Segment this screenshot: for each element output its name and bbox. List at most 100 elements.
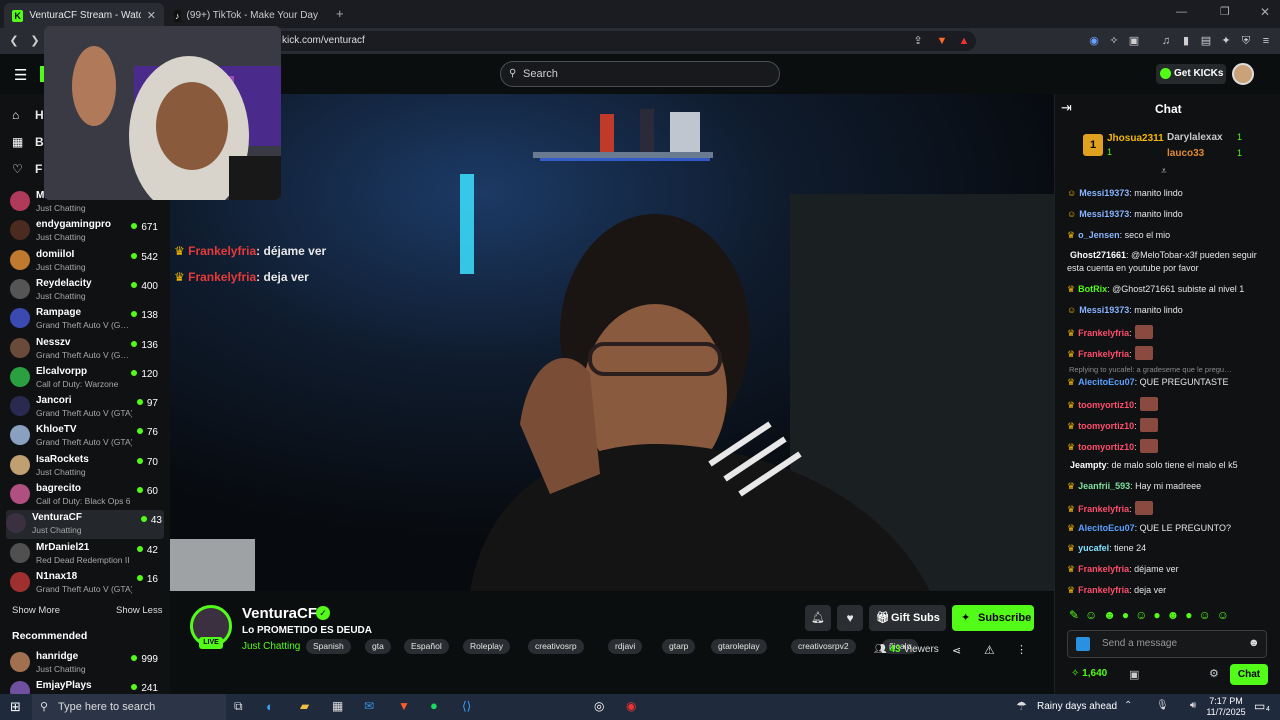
rewards-icon[interactable]: ▲ (956, 33, 972, 49)
get-kicks-button[interactable]: Get KICKs (1156, 64, 1226, 84)
user-avatar[interactable] (1232, 63, 1254, 85)
subscribe-button[interactable]: ✦ Subscribe (952, 605, 1034, 631)
chat-username[interactable]: toomyortiz10 (1078, 400, 1134, 410)
close-tab-icon[interactable]: ✕ (147, 9, 156, 22)
chat-username[interactable]: Jeampty (1070, 460, 1107, 470)
recommended-channel[interactable]: hanridge Just Chatting 999 (10, 649, 160, 678)
chat-username[interactable]: Frankelyfria (1078, 504, 1129, 514)
stream-tag[interactable]: gta (365, 639, 391, 654)
clock-date[interactable]: 11/7/2025 (1204, 707, 1248, 717)
search-input[interactable]: ⚲ Search (500, 61, 780, 87)
chat-username[interactable]: toomyortiz10 (1078, 442, 1134, 452)
extensions-icon[interactable]: ✧ (1106, 33, 1122, 49)
chat-username[interactable]: yucafel (1078, 543, 1109, 553)
browser-tab-active[interactable]: K VenturaCF Stream - Watch Live o ✕ (4, 3, 164, 28)
windows-start-icon[interactable]: ⊞ (10, 699, 21, 715)
chat-username[interactable]: AlecitoEcu07 (1078, 377, 1135, 387)
chat-username[interactable]: Frankelyfria (1078, 564, 1129, 574)
tray-chevron-icon[interactable]: ⌃ (1124, 700, 1132, 711)
webcam-image (44, 26, 281, 200)
sidebar-toggle-icon[interactable]: ▮ (1178, 33, 1194, 49)
chat-username[interactable]: Jeanfrii_593 (1078, 481, 1130, 491)
share-stream-icon[interactable]: ⋖ (952, 644, 961, 657)
chat-username[interactable]: Messi19373 (1079, 305, 1129, 315)
chat-username[interactable]: Ghost271661 (1070, 250, 1126, 260)
chat-username[interactable]: Messi19373 (1079, 209, 1129, 219)
back-icon[interactable]: ❮ (6, 33, 22, 49)
notification-bell-button[interactable]: 🔔︎ (805, 605, 831, 631)
stream-tag[interactable]: creativosrp (528, 639, 584, 654)
menu-icon[interactable]: ≡ (1258, 33, 1274, 49)
microphone-icon[interactable]: 🎙︎ (1156, 700, 1169, 711)
browser-tab[interactable]: ♪ (99+) TikTok - Make Your Day (166, 3, 326, 28)
leo-ai-icon[interactable]: ✦ (1218, 33, 1234, 49)
store-app-icon[interactable]: ▦ (332, 699, 343, 713)
gift-subs-button[interactable]: 🎁︎ Gift Subs (869, 605, 946, 631)
emoji-picker-icon[interactable]: ☻ (1248, 637, 1260, 649)
weather-text[interactable]: Rainy days ahead (1037, 701, 1117, 712)
chat-badge-icon: ♛ (1067, 585, 1076, 595)
wallet-icon[interactable]: ▤ (1198, 33, 1214, 49)
chat-message: Jeampty: de malo solo tiene el malo el k… (1067, 459, 1275, 472)
gift-subs-label: Gift Subs (891, 612, 940, 624)
chat-username[interactable]: Frankelyfria (1078, 585, 1129, 595)
chat-message: ♛ AlecitoEcu07: QUE LE PREGUNTO? (1067, 522, 1275, 535)
points-value: 1,640 (1082, 668, 1108, 679)
chat-username[interactable]: AlecitoEcu07 (1078, 523, 1135, 533)
taskbar-search-input[interactable]: ⚲ Type here to search (32, 694, 226, 720)
spotify-icon[interactable]: ● (430, 698, 438, 713)
tab-title: (99+) TikTok - Make Your Day (186, 10, 318, 21)
stream-tag[interactable]: Roleplay (463, 639, 511, 654)
follow-button[interactable]: ♥ (837, 605, 863, 631)
chat-settings-icon[interactable]: ⚙ (1209, 667, 1219, 680)
report-icon[interactable]: ⚠ (984, 643, 995, 657)
volume-icon[interactable]: 🔊︎ (1190, 700, 1196, 711)
edge-icon[interactable]: ◐ (266, 699, 274, 714)
search-icon: ⚲ (40, 701, 49, 713)
chat-text: : @Ghost271661 subiste al nivel 1 (1107, 284, 1245, 294)
stream-tag[interactable]: gtaroleplay (711, 639, 767, 654)
vscode-icon[interactable]: ⟨⟩ (462, 699, 471, 713)
chat-username[interactable]: toomyortiz10 (1078, 421, 1134, 431)
chat-input[interactable]: Send a message ☻ (1067, 630, 1267, 658)
chat-username[interactable]: Frankelyfria (1078, 328, 1129, 338)
brave-shield-icon[interactable]: ▼ (934, 33, 950, 49)
media-icon[interactable]: ♫ (1158, 33, 1174, 49)
brave-icon[interactable]: ▼ (398, 699, 410, 713)
stream-tag[interactable]: gtarp (662, 639, 696, 654)
channel-points[interactable]: ✧ 1,640 (1071, 668, 1107, 679)
chat-username[interactable]: BotRix (1078, 284, 1107, 294)
chat-username[interactable]: Frankelyfria (1078, 349, 1129, 359)
stream-tag[interactable]: Spanish (306, 639, 351, 654)
hamburger-menu-icon[interactable]: ☰ (14, 66, 27, 84)
new-tab-icon[interactable]: + (336, 6, 344, 21)
notifications-icon[interactable]: ▭ (1254, 699, 1265, 713)
minimize-icon[interactable]: — (1176, 6, 1187, 18)
stream-tag[interactable]: creativosrpv2 (791, 639, 856, 654)
emote-bar[interactable]: ✎☺☻●☺●☻●☺☺ (1069, 608, 1275, 626)
chat-username[interactable]: Messi19373 (1079, 188, 1129, 198)
task-view-icon[interactable]: ⧉ (234, 699, 243, 714)
maximize-icon[interactable]: ❐ (1220, 5, 1230, 18)
outlook-icon[interactable]: ✉ (364, 699, 374, 713)
clock-time[interactable]: 7:17 PM (1206, 696, 1246, 706)
chat-username[interactable]: o_Jensen (1078, 230, 1120, 240)
vpn-icon[interactable]: ⛨ (1238, 33, 1254, 49)
obs-icon[interactable]: ◎ (594, 699, 604, 713)
stream-tag[interactable]: Español (404, 639, 449, 654)
stream-tag[interactable]: rdjavi (608, 639, 643, 654)
share-icon[interactable]: ⇪ (910, 33, 926, 49)
video-player[interactable]: ♛ Frankelyfria: déjame ver ♛ Frankelyfri… (170, 94, 1054, 591)
file-explorer-icon[interactable]: ▰ (300, 699, 309, 713)
store-icon[interactable]: ▣ (1129, 668, 1139, 681)
chat-badge-icon: ♛ (1067, 284, 1076, 294)
screenshot-icon[interactable]: ▣ (1126, 33, 1142, 49)
close-window-icon[interactable]: ✕ (1260, 5, 1270, 19)
chat-panel: ⇥ Chat 1 Jhosua2311 1 Darylalexax 1 lauc… (1054, 94, 1280, 694)
forward-icon[interactable]: ❯ (27, 33, 43, 49)
send-chat-button[interactable]: Chat (1230, 664, 1268, 685)
more-options-icon[interactable]: ⋮ (1016, 643, 1027, 656)
listen-icon[interactable]: ◉ (1086, 33, 1102, 49)
notification-count: 4 (1266, 706, 1270, 713)
app-icon[interactable]: ◉ (626, 699, 636, 713)
